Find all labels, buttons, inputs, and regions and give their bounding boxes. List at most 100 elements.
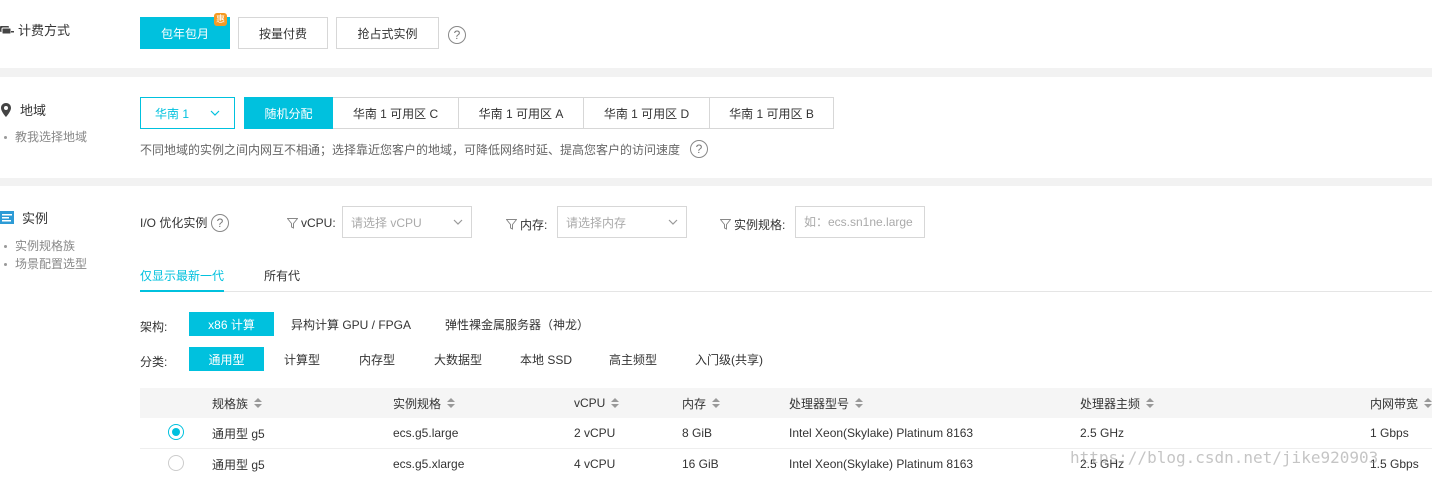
sort-icon [254, 398, 263, 408]
sub-list-item[interactable]: 实例规格族 [4, 237, 87, 255]
region-section: 地域 教我选择地域 华南 1 随机分配 华南 1 可用区 C 华南 1 可用区 … [0, 77, 1432, 178]
category-option-entry[interactable]: 入门级(共享) [684, 347, 774, 371]
table-row[interactable]: 通用型 g5 ecs.g5.large 2 vCPU 8 GiB Intel X… [140, 418, 1432, 449]
category-option-memory[interactable]: 内存型 [346, 347, 408, 371]
column-header-label: 规格族 [212, 396, 249, 411]
column-header-bandwidth[interactable]: 内网带宽 [1370, 388, 1432, 418]
chevron-down-icon [668, 219, 678, 225]
cell-bandwidth: 1 Gbps [1370, 426, 1409, 440]
instance-title-label: 实例 [22, 211, 49, 226]
region-help-icon[interactable]: ? [690, 140, 708, 158]
spec-search-input[interactable] [795, 206, 925, 238]
category-option-label: 高主频型 [608, 352, 657, 367]
column-header-processor[interactable]: 处理器型号 [789, 388, 864, 418]
billing-title-label: 计费方式 [18, 23, 71, 38]
instance-section: 实例 实例规格族 场景配置选型 I/O 优化实例 ? vCPU: 请选择 vCP… [0, 186, 1432, 478]
zone-option-label: 华南 1 可用区 B [729, 106, 814, 121]
zone-option-label: 华南 1 可用区 A [478, 106, 564, 121]
vcpu-select[interactable]: 请选择 vCPU [342, 206, 472, 238]
billing-option-label: 按量付费 [258, 26, 307, 41]
zone-option-d[interactable]: 华南 1 可用区 D [584, 97, 710, 129]
column-header-label: vCPU [574, 396, 606, 410]
column-header-label: 处理器主频 [1080, 396, 1141, 411]
column-header-memory[interactable]: 内存 [682, 388, 721, 418]
cell-spec: ecs.g5.xlarge [393, 457, 465, 471]
cell-vcpu: 2 vCPU [574, 426, 616, 440]
sort-icon [855, 398, 864, 408]
category-option-big-data[interactable]: 大数据型 [422, 347, 494, 371]
tab-divider [140, 291, 1432, 292]
zone-option-b[interactable]: 华南 1 可用区 B [710, 97, 834, 129]
billing-option-spot[interactable]: 抢占式实例 [336, 17, 439, 49]
cell-processor: Intel Xeon(Skylake) Platinum 8163 [789, 426, 974, 440]
billing-icon [0, 24, 14, 36]
row-radio[interactable] [168, 424, 184, 440]
billing-section: 计费方式 包年包月 惠 按量付费 抢占式实例 ? [0, 0, 1432, 68]
region-title-label: 地域 [20, 103, 47, 118]
arch-option-gpu-fpga[interactable]: 异构计算 GPU / FPGA [284, 312, 418, 336]
column-header-vcpu[interactable]: vCPU [574, 388, 620, 418]
category-option-general[interactable]: 通用型 [189, 347, 264, 371]
zone-option-a[interactable]: 华南 1 可用区 A [459, 97, 584, 129]
sub-list-item-label: 实例规格族 [15, 239, 76, 253]
zone-option-c[interactable]: 华南 1 可用区 C [333, 97, 459, 129]
cell-memory: 8 GiB [682, 426, 713, 440]
region-select[interactable]: 华南 1 [140, 97, 235, 129]
region-select-value: 华南 1 [155, 106, 190, 121]
billing-title: 计费方式 [0, 20, 70, 39]
map-pin-icon [0, 102, 12, 117]
memory-select[interactable]: 请选择内存 [557, 206, 687, 238]
sort-icon [1146, 398, 1155, 408]
arch-option-label: x86 计算 [208, 317, 255, 332]
column-header-label: 处理器型号 [789, 396, 850, 411]
table-row[interactable]: 通用型 g5 ecs.g5.xlarge 4 vCPU 16 GiB Intel… [140, 449, 1432, 478]
zone-option-random[interactable]: 随机分配 [244, 97, 333, 129]
memory-filter-text: 内存: [520, 218, 548, 232]
separator [0, 68, 1432, 77]
category-option-compute[interactable]: 计算型 [272, 347, 332, 371]
instance-title: 实例 [0, 208, 48, 227]
billing-option-label: 包年包月 [160, 26, 209, 41]
sort-icon [712, 398, 721, 408]
memory-filter-label: 内存: [506, 216, 547, 233]
column-header-frequency[interactable]: 处理器主频 [1080, 388, 1155, 418]
spec-filter-label: 实例规格: [720, 216, 785, 233]
vcpu-filter-label: vCPU: [287, 216, 336, 230]
arch-label: 架构: [140, 320, 168, 334]
category-option-local-ssd[interactable]: 本地 SSD [510, 347, 582, 371]
filter-icon [287, 217, 298, 229]
region-sub-list: 教我选择地域 [4, 128, 87, 146]
io-help-icon[interactable]: ? [211, 214, 229, 232]
chevron-down-icon [453, 219, 463, 225]
table-header: 规格族 实例规格 vCPU 内存 处理器型号 处理器主频 内网带宽 [140, 388, 1432, 418]
column-header-family[interactable]: 规格族 [212, 388, 263, 418]
vcpu-filter-text: vCPU: [301, 216, 336, 230]
arch-option-bare-metal[interactable]: 弹性裸金属服务器（神龙） [436, 312, 598, 336]
column-header-label: 内存 [682, 396, 707, 411]
instance-icon [0, 211, 14, 224]
category-option-label: 大数据型 [433, 352, 482, 367]
cell-family: 通用型 g5 [212, 426, 265, 441]
region-hint: 不同地域的实例之间内网互不相通；选择靠近您客户的地域，可降低网络时延、提高您客户… [140, 143, 681, 157]
tab-latest-generation[interactable]: 仅显示最新一代 [140, 267, 224, 292]
bullet-icon [4, 135, 7, 139]
column-header-label: 内网带宽 [1370, 396, 1419, 411]
tab-all-generations[interactable]: 所有代 [264, 267, 300, 292]
row-radio[interactable] [168, 455, 184, 471]
memory-select-placeholder: 请选择内存 [566, 215, 627, 230]
filter-icon [506, 219, 517, 230]
billing-option-pay-as-you-go[interactable]: 按量付费 [238, 17, 328, 49]
zone-selector: 随机分配 华南 1 可用区 C 华南 1 可用区 A 华南 1 可用区 D 华南… [244, 97, 834, 129]
category-option-high-freq[interactable]: 高主频型 [598, 347, 668, 371]
sub-list-item[interactable]: 教我选择地域 [4, 128, 87, 146]
io-optimized-label: I/O 优化实例 [140, 214, 207, 231]
spec-filter-text: 实例规格: [734, 218, 786, 232]
column-header-spec[interactable]: 实例规格 [393, 388, 456, 418]
sub-list-item[interactable]: 场景配置选型 [4, 255, 87, 273]
billing-option-subscription[interactable]: 包年包月 惠 [140, 13, 230, 49]
zone-option-label: 随机分配 [264, 106, 313, 121]
billing-help-icon[interactable]: ? [448, 26, 466, 44]
sort-icon [611, 398, 620, 408]
arch-option-x86[interactable]: x86 计算 [189, 312, 274, 336]
sort-icon [447, 398, 456, 408]
